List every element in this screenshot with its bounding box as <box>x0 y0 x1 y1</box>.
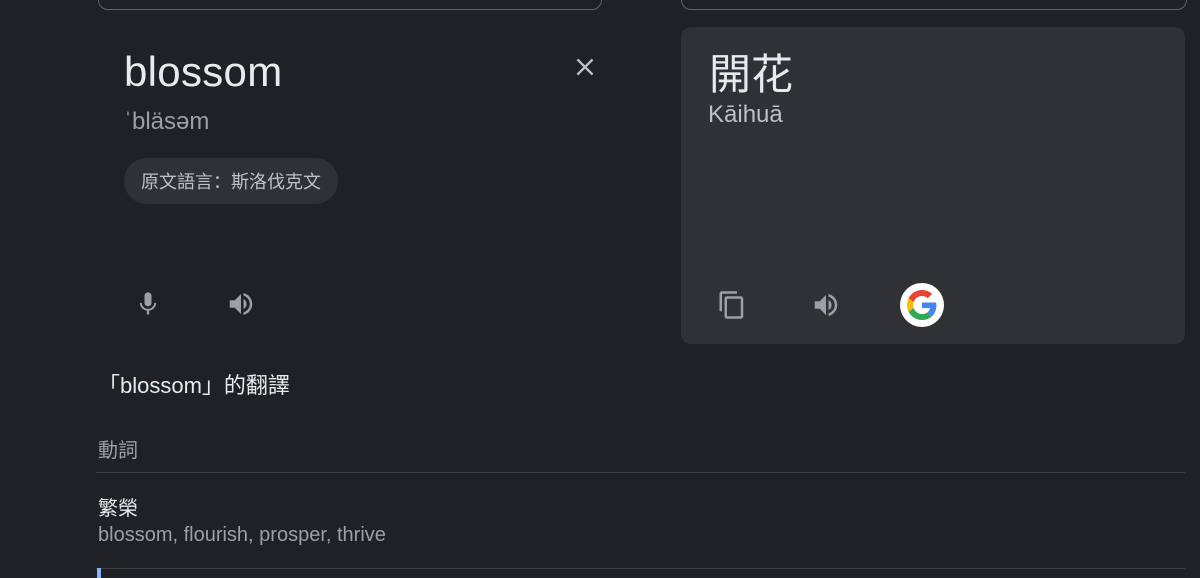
romanization-text: Kāihuā <box>708 101 783 128</box>
source-panel: blossom ˈbläsəm 原文語言：斯洛伐克文 <box>98 28 628 348</box>
mic-icon <box>139 292 157 315</box>
close-icon <box>576 58 594 76</box>
detected-language-chip[interactable]: 原文語言：斯洛伐克文 <box>124 158 338 204</box>
listen-translation-button[interactable] <box>804 283 848 327</box>
clear-source-button[interactable] <box>566 48 604 86</box>
target-panel-top-edge <box>681 0 1187 10</box>
source-panel-top-edge <box>98 0 602 10</box>
divider <box>96 568 1185 569</box>
translations-heading: 「blossom」的翻譯 <box>98 373 290 398</box>
google-logo-icon <box>907 290 937 320</box>
translation-text: 開花 <box>709 51 794 98</box>
detected-language-label: 原文語言：斯洛伐克文 <box>141 172 321 192</box>
target-panel: 開花 Kāihuā <box>681 27 1185 344</box>
part-of-speech-label: 動詞 <box>98 440 138 462</box>
google-search-button[interactable] <box>900 283 944 327</box>
copy-icon <box>719 291 744 319</box>
listen-source-button[interactable] <box>219 282 263 326</box>
speaker-icon <box>229 293 253 315</box>
copy-translation-button[interactable] <box>710 283 754 327</box>
voice-input-button[interactable] <box>126 282 170 326</box>
divider <box>96 472 1185 473</box>
source-word: blossom <box>124 48 283 95</box>
speaker-icon <box>814 294 838 316</box>
source-phonetic: ˈbläsəm <box>124 108 210 135</box>
dictionary-entry-synonyms: blossom, flourish, prosper, thrive <box>98 524 386 546</box>
dictionary-entry-term[interactable]: 繁榮 <box>98 492 138 521</box>
frequency-indicator <box>97 568 101 578</box>
